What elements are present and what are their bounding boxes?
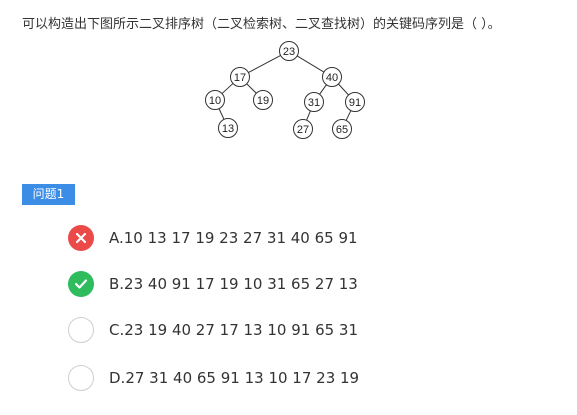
question-tag: 问题1 [22, 184, 75, 205]
tree-edge [221, 83, 234, 94]
tree-node-label: 65 [336, 124, 348, 136]
tree-edge [248, 55, 281, 73]
option-d[interactable]: D.27 31 40 65 91 13 10 17 23 19 [68, 364, 359, 392]
tree-node: 91 [345, 92, 365, 112]
check-icon [68, 271, 94, 297]
option-b-text: B.23 40 91 17 19 10 31 65 27 13 [109, 275, 358, 293]
cross-icon [68, 225, 94, 251]
tree-node-label: 13 [222, 123, 234, 135]
radio-empty-icon [68, 365, 94, 391]
tree-edge [338, 83, 349, 96]
tree-node: 27 [293, 119, 313, 139]
option-c[interactable]: C.23 19 40 27 17 13 10 91 65 31 [68, 316, 358, 344]
tree-node: 65 [332, 119, 352, 139]
tree-edge [246, 83, 257, 94]
tree-node-label: 91 [349, 97, 361, 109]
tree-node: 13 [218, 118, 238, 138]
tree-node-label: 23 [283, 46, 295, 58]
tree-node-label: 40 [326, 72, 338, 84]
tree-node: 31 [304, 92, 324, 112]
tree-node: 17 [230, 67, 250, 87]
tree-node-label: 27 [297, 124, 309, 136]
tree-edge [345, 110, 352, 121]
tree-edge [218, 108, 225, 120]
option-a[interactable]: A.10 13 17 19 23 27 31 40 65 91 [68, 224, 358, 252]
tree-node-label: 10 [209, 95, 221, 107]
tree-node: 19 [253, 90, 273, 110]
tree-node-label: 19 [257, 95, 269, 107]
radio-empty-icon [68, 317, 94, 343]
option-c-text: C.23 19 40 27 17 13 10 91 65 31 [109, 321, 359, 339]
tree-edge [319, 84, 327, 95]
tree-node: 10 [205, 90, 225, 110]
tree-node-label: 17 [234, 72, 246, 84]
option-a-text: A.10 13 17 19 23 27 31 40 65 91 [109, 229, 358, 247]
tree-node-label: 31 [308, 97, 320, 109]
option-b[interactable]: B.23 40 91 17 19 10 31 65 27 13 [68, 270, 358, 298]
tree-node: 23 [279, 41, 299, 61]
option-d-text: D.27 31 40 65 91 13 10 17 23 19 [109, 369, 360, 387]
binary-tree-diagram: 23 17 40 10 19 31 91 13 27 65 [205, 41, 365, 139]
tree-node: 40 [322, 67, 342, 87]
question-text: 可以构造出下图所示二叉排序树（二叉检索树、二叉查找树）的关键码序列是（ ）。 [22, 17, 501, 32]
tree-edge [296, 55, 325, 73]
tree-edge [306, 110, 311, 121]
